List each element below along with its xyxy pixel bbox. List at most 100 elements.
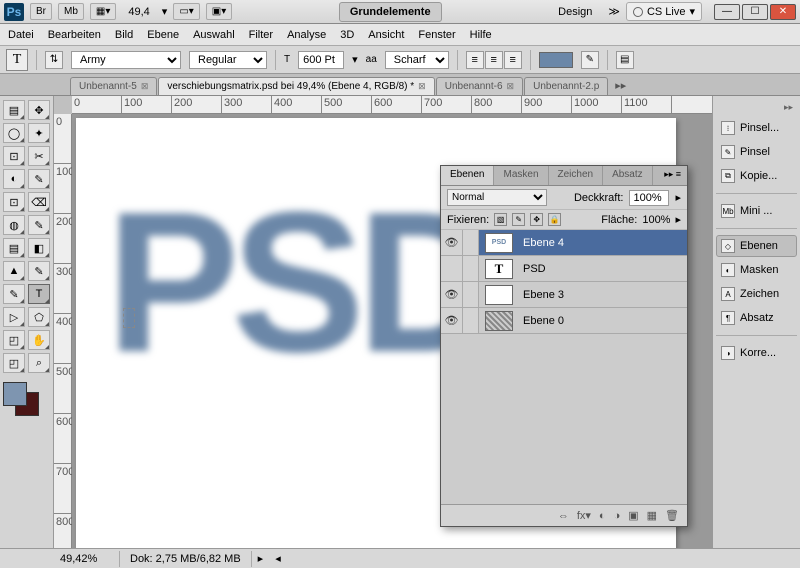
blend-mode-select[interactable]: Normal <box>447 189 547 206</box>
fill-slider-icon[interactable]: ▸ <box>675 213 681 226</box>
panel-button-mini[interactable]: MbMini ... <box>716 200 797 222</box>
close-button[interactable]: ✕ <box>770 4 796 20</box>
orientation-button[interactable]: ⇅ <box>45 51 63 69</box>
lock-position-button[interactable]: ✥ <box>530 213 543 226</box>
layer-row[interactable]: TPSD <box>441 256 687 282</box>
layer-name[interactable]: Ebene 0 <box>519 315 687 327</box>
adjustment-layer-button[interactable]: ◑ <box>614 510 621 522</box>
panel-button-masken[interactable]: ◐Masken <box>716 259 797 281</box>
tab-close-icon[interactable]: ⊠ <box>141 81 149 92</box>
layer-name[interactable]: Ebene 3 <box>519 289 687 301</box>
tool-button[interactable]: ✎ <box>3 284 25 304</box>
layer-visibility-toggle[interactable]: 👁 <box>441 282 463 307</box>
color-swatches[interactable] <box>3 382 43 416</box>
tool-button[interactable]: ◯ <box>3 123 25 143</box>
tab-close-icon[interactable]: ⊠ <box>418 81 426 92</box>
tool-preset[interactable]: T <box>6 49 28 71</box>
tool-button[interactable]: ✎ <box>28 215 50 235</box>
panel-tab-masken[interactable]: Masken <box>494 166 548 185</box>
workspace-more-icon[interactable]: ≫ <box>608 5 620 18</box>
panel-button-absatz[interactable]: ¶Absatz <box>716 307 797 329</box>
zoom-value[interactable]: 49,4 <box>122 4 155 20</box>
document-tab[interactable]: Unbenannt-2.p <box>524 77 608 95</box>
layer-link-area[interactable] <box>463 230 479 255</box>
zoom-dropdown-icon[interactable]: ▾ <box>162 5 168 18</box>
layer-thumbnail[interactable]: T <box>485 259 513 279</box>
font-family-select[interactable]: Army <box>71 51 181 69</box>
workspace-active[interactable]: Grundelemente <box>339 2 442 22</box>
tool-button[interactable]: ⌫ <box>28 192 50 212</box>
layer-group-button[interactable]: ▣ <box>628 509 638 522</box>
layer-thumbnail[interactable]: PSD <box>485 233 513 253</box>
text-color-swatch[interactable] <box>539 52 573 68</box>
menu-ansicht[interactable]: Ansicht <box>368 29 404 41</box>
tool-button[interactable]: ◍ <box>3 215 25 235</box>
tool-button[interactable]: T <box>28 284 50 304</box>
link-layers-button[interactable]: ⇔ <box>558 510 569 522</box>
panel-tab-absatz[interactable]: Absatz <box>603 166 653 185</box>
layer-visibility-toggle[interactable]: 👁 <box>441 308 463 333</box>
foreground-color-swatch[interactable] <box>3 382 27 406</box>
scroll-left-icon[interactable]: ◂ <box>269 550 287 567</box>
panel-button-ebenen[interactable]: ◇Ebenen <box>716 235 797 257</box>
bridge-button[interactable]: Br <box>30 3 52 20</box>
tool-button[interactable]: ◐ <box>3 169 25 189</box>
panel-button-pinsel[interactable]: ⁝Pinsel... <box>716 117 797 139</box>
layer-row[interactable]: 👁 Ebene 0 <box>441 308 687 334</box>
lock-all-button[interactable]: 🔒 <box>548 213 561 226</box>
align-center-button[interactable]: ≡ <box>485 51 503 69</box>
layer-visibility-toggle[interactable] <box>441 256 463 281</box>
menu-ebene[interactable]: Ebene <box>147 29 179 41</box>
tool-button[interactable]: ◰ <box>3 330 25 350</box>
menu-analyse[interactable]: Analyse <box>287 29 326 41</box>
panel-button-korre[interactable]: ◑Korre... <box>716 342 797 364</box>
collapse-panels-icon[interactable]: ▸▸ <box>716 100 797 115</box>
tab-close-icon[interactable]: ⊠ <box>507 81 515 92</box>
font-size-input[interactable] <box>298 51 344 69</box>
tool-button[interactable]: ✦ <box>28 123 50 143</box>
tool-button[interactable]: ⬠ <box>28 307 50 327</box>
status-menu-icon[interactable]: ▸ <box>252 550 270 567</box>
fill-input[interactable]: 100% <box>642 214 670 226</box>
tool-button[interactable]: ⊡ <box>3 146 25 166</box>
menu-filter[interactable]: Filter <box>249 29 273 41</box>
status-doc-size[interactable]: Dok: 2,75 MB/6,82 MB <box>120 551 252 567</box>
panel-tab-ebenen[interactable]: Ebenen <box>441 166 494 185</box>
warp-text-button[interactable]: ✎ <box>581 51 599 69</box>
screen-mode-button[interactable]: ▣▾ <box>206 3 232 20</box>
size-dropdown-icon[interactable]: ▾ <box>352 53 358 66</box>
lock-transparent-button[interactable]: ▧ <box>494 213 507 226</box>
document-tab[interactable]: verschiebungsmatrix.psd bei 49,4% (Ebene… <box>158 77 434 95</box>
arrange-button[interactable]: ▭▾ <box>173 3 199 20</box>
tool-button[interactable]: ✂ <box>28 146 50 166</box>
menu-bild[interactable]: Bild <box>115 29 133 41</box>
tool-button[interactable]: ◧ <box>28 238 50 258</box>
panel-button-pinsel[interactable]: ✎Pinsel <box>716 141 797 163</box>
tool-button[interactable]: ▷ <box>3 307 25 327</box>
document-tab[interactable]: Unbenannt-5⊠ <box>70 77 157 95</box>
minimize-button[interactable]: — <box>714 4 740 20</box>
tool-button[interactable]: ✎ <box>28 261 50 281</box>
layer-link-area[interactable] <box>463 256 479 281</box>
antialias-select[interactable]: Scharf <box>385 51 449 69</box>
layer-thumbnail[interactable] <box>485 311 513 331</box>
view-extras-button[interactable]: ▦▾ <box>90 3 116 20</box>
tool-button[interactable]: ✋ <box>28 330 50 350</box>
delete-layer-button[interactable]: 🗑 <box>665 509 679 522</box>
panel-menu-icon[interactable]: ▸▸ ≡ <box>658 166 687 185</box>
layer-thumbnail[interactable] <box>485 285 513 305</box>
new-layer-button[interactable]: ▦ <box>647 509 657 522</box>
menu-hilfe[interactable]: Hilfe <box>470 29 492 41</box>
tool-button[interactable]: ✥ <box>28 100 50 120</box>
tool-button[interactable]: ▤ <box>3 100 25 120</box>
font-style-select[interactable]: Regular <box>189 51 267 69</box>
menu-3d[interactable]: 3D <box>340 29 354 41</box>
minibridge-button[interactable]: Mb <box>58 3 84 20</box>
layer-style-button[interactable]: fx▾ <box>577 509 591 522</box>
character-panel-button[interactable]: ▤ <box>616 51 634 69</box>
menu-fenster[interactable]: Fenster <box>418 29 455 41</box>
layer-mask-button[interactable]: ◐ <box>599 510 606 522</box>
tool-button[interactable]: ✎ <box>28 169 50 189</box>
menu-bearbeiten[interactable]: Bearbeiten <box>48 29 101 41</box>
tabs-overflow-icon[interactable]: ▸▸ <box>609 76 632 95</box>
